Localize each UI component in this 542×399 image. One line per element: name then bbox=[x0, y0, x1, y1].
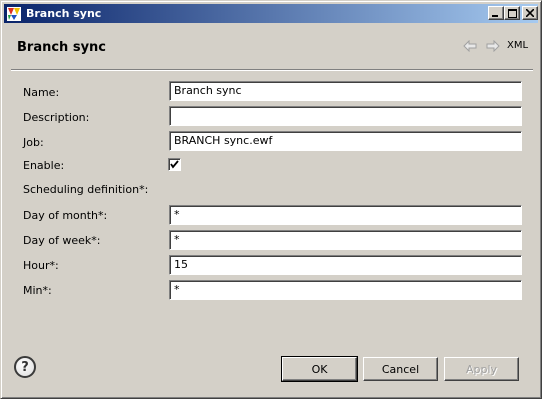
description-label: Description: bbox=[23, 111, 90, 124]
enable-checkbox[interactable] bbox=[168, 158, 181, 171]
name-field[interactable]: Branch sync bbox=[169, 81, 522, 101]
min-field[interactable]: * bbox=[169, 280, 522, 300]
job-field[interactable]: BRANCH sync.ewf bbox=[169, 131, 522, 151]
hour-label: Hour*: bbox=[23, 259, 59, 272]
app-icon bbox=[6, 6, 22, 22]
day-of-week-label: Day of week*: bbox=[23, 234, 101, 247]
hour-field[interactable]: 15 bbox=[169, 255, 522, 275]
arrow-right-icon[interactable] bbox=[486, 40, 500, 52]
minimize-icon bbox=[492, 15, 498, 17]
dialog-header: Branch sync XML bbox=[5, 24, 539, 70]
help-icon[interactable]: ? bbox=[14, 356, 36, 378]
window-title: Branch sync bbox=[26, 7, 102, 20]
day-of-month-label: Day of month*: bbox=[23, 209, 108, 222]
description-field[interactable] bbox=[169, 106, 522, 126]
apply-button[interactable]: Apply bbox=[444, 357, 519, 381]
arrow-left-icon[interactable] bbox=[463, 40, 477, 52]
page-title: Branch sync bbox=[17, 40, 107, 55]
name-label: Name: bbox=[23, 86, 60, 99]
scheduling-definition-label: Scheduling definition*: bbox=[23, 183, 149, 196]
minimize-button[interactable] bbox=[488, 6, 504, 20]
xml-button[interactable]: XML bbox=[507, 40, 528, 51]
min-label: Min*: bbox=[23, 284, 52, 297]
cancel-button[interactable]: Cancel bbox=[363, 357, 438, 381]
checkmark-icon bbox=[170, 160, 179, 169]
maximize-button[interactable] bbox=[504, 6, 520, 20]
job-label: Job: bbox=[23, 136, 44, 149]
ok-button[interactable]: OK bbox=[281, 356, 358, 382]
header-separator bbox=[11, 69, 533, 71]
title-bar[interactable]: Branch sync bbox=[4, 4, 538, 23]
dialog-window: Branch sync Branch sync XML Name: Branch… bbox=[0, 0, 542, 399]
close-icon bbox=[526, 9, 534, 17]
day-of-month-field[interactable]: * bbox=[169, 205, 522, 225]
maximize-icon bbox=[507, 8, 517, 18]
day-of-week-field[interactable]: * bbox=[169, 230, 522, 250]
close-button[interactable] bbox=[522, 6, 538, 20]
enable-label: Enable: bbox=[23, 159, 65, 172]
